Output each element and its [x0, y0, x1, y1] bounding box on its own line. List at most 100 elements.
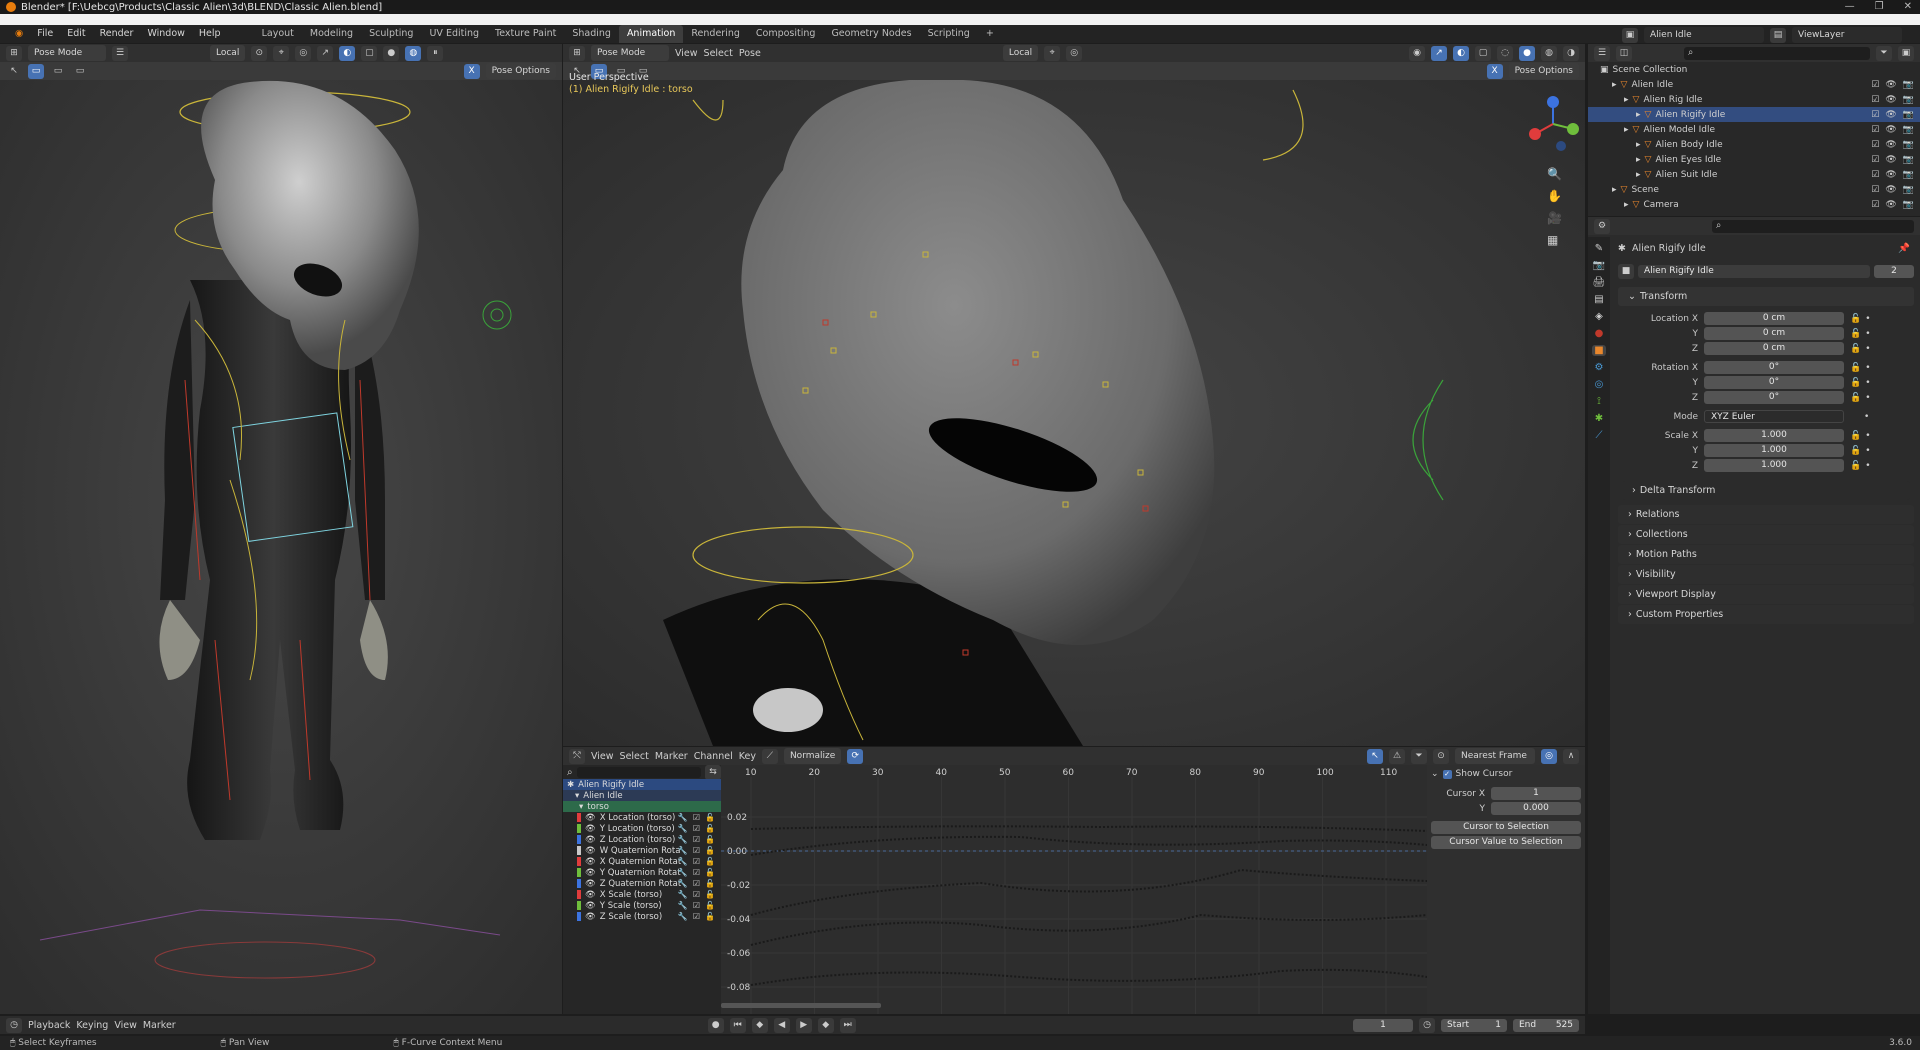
graph-menu-select[interactable]: Select [620, 751, 649, 762]
show-cursor-checkbox[interactable]: ✓ [1442, 769, 1452, 779]
cursor-to-selection-button[interactable]: Cursor to Selection [1431, 821, 1581, 834]
tab-sculpting[interactable]: Sculpting [361, 25, 421, 43]
properties-panel-header[interactable]: › Visibility [1618, 565, 1914, 584]
expand-arrow-icon[interactable]: ▸ [1624, 125, 1629, 135]
checkbox-icon[interactable]: ☑ [1871, 200, 1879, 210]
tab-layout[interactable]: Layout [254, 25, 302, 43]
graph-menu-marker[interactable]: Marker [655, 751, 688, 762]
show-errors-icon[interactable]: ⚠ [1389, 748, 1405, 764]
modifier-icon[interactable]: 🔧 [678, 868, 688, 877]
channel-object[interactable]: ✱ Alien Rigify Idle [563, 779, 721, 790]
swap-icon[interactable]: ⇆ [705, 764, 721, 780]
modifier-icon[interactable]: 🔧 [678, 857, 688, 866]
maximize-button[interactable]: ❐ [1875, 0, 1884, 14]
expand-arrow-icon[interactable]: ▸ [1636, 155, 1641, 165]
scale-x-field[interactable]: 1.000 [1704, 429, 1844, 442]
graph-menu-channel[interactable]: Channel [694, 751, 733, 762]
modifier-icon[interactable]: 🔧 [678, 846, 688, 855]
camera-icon[interactable]: 📷 [1903, 155, 1914, 165]
checkbox-icon[interactable]: ☑ [1871, 110, 1879, 120]
eye-icon[interactable]: 👁 [585, 868, 596, 878]
eye-icon[interactable]: 👁 [585, 890, 596, 900]
graph-editor-type-icon[interactable]: ⤲ [569, 748, 585, 764]
tab-animation[interactable]: Animation [618, 25, 684, 43]
select-tool-icon[interactable]: ↖ [6, 63, 22, 79]
eye-icon[interactable]: 👁 [585, 912, 596, 922]
graph-menu-key[interactable]: Key [739, 751, 756, 762]
navigation-gizmo[interactable]: 🔍 ✋ 🎥 ▦ [1523, 94, 1583, 264]
mute-checkbox[interactable]: ☑ [693, 813, 700, 822]
pause-icon[interactable]: ⏸ [427, 45, 444, 61]
jump-next-key-icon[interactable]: ◆ [817, 1017, 834, 1033]
eye-icon[interactable]: 👁 [1885, 185, 1896, 195]
add-workspace-icon[interactable]: + [978, 25, 1002, 43]
lock-icon[interactable]: 🔓 [705, 846, 715, 855]
snap-mode-dropdown[interactable]: Nearest Frame [1455, 748, 1535, 764]
mirror-x-icon-main[interactable]: X [1486, 63, 1503, 79]
lock-icon[interactable]: 🔓 [705, 912, 715, 921]
lock-icon[interactable]: 🔓 [705, 824, 715, 833]
fcurve-channel[interactable]: 👁 Z Location (torso) 🔧 ☑ 🔓 [563, 834, 721, 845]
shading-solid-icon[interactable]: ● [383, 45, 400, 61]
mute-checkbox[interactable]: ☑ [693, 912, 700, 921]
normalize-icon[interactable]: ⟋ [761, 748, 778, 764]
clock-icon[interactable]: ◷ [1419, 1017, 1435, 1033]
main-mode-dropdown[interactable]: Pose Mode [591, 45, 669, 61]
tab-compositing[interactable]: Compositing [748, 25, 824, 43]
tab-texture-paint[interactable]: Texture Paint [487, 25, 564, 43]
modifier-icon[interactable]: 🔧 [678, 890, 688, 899]
modifier-icon[interactable]: 🔧 [678, 824, 688, 833]
object-name-field[interactable]: Alien Rigify Idle [1638, 264, 1870, 278]
view-layer-icon[interactable]: ▤ [1770, 27, 1786, 43]
visibility-icon-main[interactable]: ◉ [1409, 45, 1425, 61]
camera-icon[interactable]: 📷 [1903, 95, 1914, 105]
outliner-row[interactable]: ▸ ▽ Camera ☑ 👁 📷 [1588, 197, 1920, 212]
checkbox-icon[interactable]: ☑ [1871, 155, 1879, 165]
eye-icon[interactable]: 👁 [585, 857, 596, 867]
fcurve-channel[interactable]: 👁 Y Quaternion Rotat 🔧 ☑ 🔓 [563, 867, 721, 878]
camera-icon[interactable]: 📷 [1903, 170, 1914, 180]
rotation-z-field[interactable]: 0° [1704, 391, 1844, 404]
eye-icon[interactable]: 👁 [585, 835, 596, 845]
outliner-root[interactable]: ▣ Scene Collection [1588, 62, 1920, 77]
display-mode-icon[interactable]: ◫ [1616, 45, 1632, 61]
new-collection-icon[interactable]: ▣ [1898, 45, 1914, 61]
proportional-icon-graph[interactable]: ◎ [1541, 748, 1557, 764]
pin-icon[interactable]: 📌 [1898, 243, 1910, 254]
channel-group-torso[interactable]: ▾ torso [563, 801, 721, 812]
constraints-tab-icon[interactable]: ⟟ [1597, 396, 1601, 407]
properties-search-input[interactable]: ⌕ [1712, 219, 1914, 233]
camera-icon[interactable]: 📷 [1903, 140, 1914, 150]
expand-arrow-icon[interactable]: ▸ [1612, 185, 1617, 195]
properties-panel-header[interactable]: › Custom Properties [1618, 605, 1914, 624]
auto-normalize-icon[interactable]: ⟳ [847, 748, 864, 764]
scale-y-field[interactable]: 1.000 [1704, 444, 1844, 457]
play-reverse-icon[interactable]: ◀ [773, 1017, 790, 1033]
tab-scripting[interactable]: Scripting [920, 25, 978, 43]
timeline-menu-keying[interactable]: Keying [76, 1020, 108, 1031]
bone-tab-icon[interactable]: ⟋ [1596, 430, 1603, 441]
modifier-icon[interactable]: 🔧 [678, 813, 688, 822]
mute-checkbox[interactable]: ☑ [693, 901, 700, 910]
eye-icon[interactable]: 👁 [1885, 170, 1896, 180]
cursor-value-to-selection-button[interactable]: Cursor Value to Selection [1431, 836, 1581, 849]
fcurve-channel[interactable]: 👁 Y Location (torso) 🔧 ☑ 🔓 [563, 823, 721, 834]
tool-tab-icon[interactable]: ✎ [1595, 243, 1603, 254]
shading-material-icon-main[interactable]: ◍ [1541, 45, 1557, 61]
jump-start-icon[interactable]: ⏮ [729, 1017, 746, 1033]
render-tab-icon[interactable]: 📷 [1593, 260, 1605, 271]
blender-menu-icon[interactable]: ◉ [8, 25, 30, 43]
eye-icon[interactable]: 👁 [1885, 125, 1896, 135]
main-3d-viewport[interactable]: ⊞ Pose Mode View Select Pose Local ⌖ ◎ ◉… [563, 44, 1585, 746]
channel-action[interactable]: ▾ Alien Idle [563, 790, 721, 801]
minimize-button[interactable]: — [1845, 0, 1855, 14]
modifier-icon[interactable]: 🔧 [678, 901, 688, 910]
checkbox-icon[interactable]: ☑ [1871, 170, 1879, 180]
main-pose-options[interactable]: Pose Options [1508, 63, 1579, 79]
cursor-x-field[interactable]: 1 [1491, 787, 1581, 800]
main-menu-pose[interactable]: Pose [739, 48, 761, 59]
menu-file[interactable]: File [30, 25, 60, 43]
graph-menu-view[interactable]: View [591, 751, 614, 762]
expand-arrow-icon[interactable]: ▸ [1636, 170, 1641, 180]
view-layer-tab-icon[interactable]: ▤ [1594, 294, 1603, 305]
